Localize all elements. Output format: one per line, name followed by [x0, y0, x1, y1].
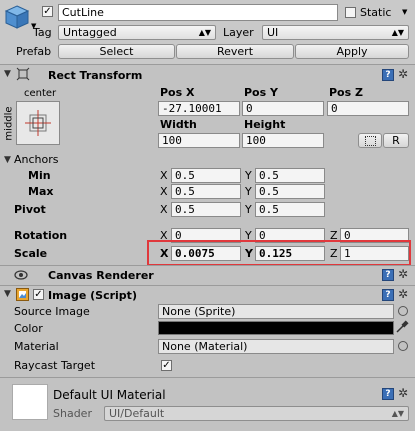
gameobject-cube-icon: [4, 4, 30, 30]
help-book-icon[interactable]: ?: [382, 388, 394, 400]
shader-label: Shader: [53, 407, 92, 420]
image-enabled-checkbox[interactable]: ✓: [33, 289, 44, 300]
rect-transform-title: Rect Transform: [48, 69, 143, 82]
pivot-label: Pivot: [14, 203, 46, 216]
raw-edit-button[interactable]: R: [383, 133, 409, 148]
axis-y-label: Y: [245, 185, 252, 198]
canvas-renderer-header[interactable]: Canvas Renderer ? ✲: [0, 266, 415, 284]
gameobject-header: ▼ ✓ CutLine Static ▼ Tag Untagged ▲▼ Laye…: [0, 0, 415, 64]
material-preview: [12, 384, 48, 420]
tag-dropdown-arrow-icon: ▲▼: [198, 28, 211, 37]
anchor-max-label: Max: [28, 185, 54, 198]
anchor-preset-side-label: middle: [3, 106, 15, 141]
static-dropdown-arrow-icon[interactable]: ▼: [402, 8, 407, 16]
anchor-min-label: Min: [28, 169, 51, 182]
pivot-x-field[interactable]: 0.5: [171, 202, 241, 217]
scale-label: Scale: [14, 247, 48, 260]
anchor-min-y-field[interactable]: 0.5: [255, 168, 325, 183]
fold-arrow-icon[interactable]: ▼: [4, 289, 11, 299]
image-script-title: Image (Script): [48, 289, 137, 302]
rect-transform-icon: [16, 67, 30, 81]
tag-label: Tag: [33, 26, 52, 39]
scale-highlight-box: [147, 240, 411, 266]
pivot-y-field[interactable]: 0.5: [255, 202, 325, 217]
canvas-renderer-title: Canvas Renderer: [48, 269, 154, 282]
pos-y-header: Pos Y: [244, 86, 278, 99]
object-picker-icon[interactable]: [398, 341, 408, 351]
divider: [0, 64, 415, 65]
anchor-min-x-field[interactable]: 0.5: [171, 168, 241, 183]
pos-y-field[interactable]: 0: [242, 101, 324, 116]
height-header: Height: [244, 118, 286, 131]
width-field[interactable]: 100: [158, 133, 240, 148]
anchor-max-x-field[interactable]: 0.5: [171, 184, 241, 199]
shader-dropdown-arrow-icon: ▲▼: [391, 409, 404, 418]
raycast-target-label: Raycast Target: [14, 359, 96, 372]
image-component-icon: [16, 288, 29, 301]
static-label: Static: [360, 6, 392, 19]
static-checkbox[interactable]: [345, 7, 356, 18]
color-picker-icon[interactable]: [395, 320, 409, 337]
object-picker-icon[interactable]: [398, 306, 408, 316]
color-label: Color: [14, 322, 43, 335]
material-label: Material: [14, 340, 59, 353]
axis-y-label: Y: [245, 169, 252, 182]
source-image-field[interactable]: None (Sprite): [158, 304, 394, 319]
pos-x-field[interactable]: -27.10001: [158, 101, 240, 116]
eye-icon: [14, 269, 28, 284]
blueprint-icon: [364, 136, 376, 146]
help-book-icon[interactable]: ?: [382, 269, 394, 281]
blueprint-mode-button[interactable]: [358, 133, 382, 148]
rotation-label: Rotation: [14, 229, 68, 242]
prefab-apply-button[interactable]: Apply: [295, 44, 409, 59]
anchor-max-y-field[interactable]: 0.5: [255, 184, 325, 199]
axis-x-label: X: [160, 169, 168, 182]
color-field[interactable]: [158, 321, 394, 335]
raycast-target-checkbox[interactable]: ✓: [161, 360, 172, 371]
active-checkbox[interactable]: ✓: [42, 6, 53, 17]
layer-dropdown[interactable]: UI ▲▼: [262, 25, 409, 40]
anchor-preset-top-label: center: [24, 88, 57, 99]
axis-y-label: Y: [245, 203, 252, 216]
axis-x-label: X: [160, 185, 168, 198]
anchor-preset-button[interactable]: [16, 101, 60, 145]
gear-icon[interactable]: ✲: [398, 67, 408, 81]
prefab-label: Prefab: [16, 45, 52, 58]
pos-x-header: Pos X: [160, 86, 195, 99]
source-image-label: Source Image: [14, 305, 90, 318]
help-book-icon[interactable]: ?: [382, 69, 394, 81]
image-script-header[interactable]: ▼ ✓ Image (Script) ? ✲: [0, 286, 415, 304]
shader-dropdown[interactable]: UI/Default ▲▼: [104, 406, 409, 421]
divider: [0, 377, 415, 378]
layer-value: UI: [267, 26, 279, 39]
layer-label: Layer: [223, 26, 254, 39]
prefab-revert-button[interactable]: Revert: [176, 44, 294, 59]
height-field[interactable]: 100: [242, 133, 324, 148]
shader-value: UI/Default: [109, 407, 165, 420]
pos-z-field[interactable]: 0: [327, 101, 409, 116]
gear-icon[interactable]: ✲: [398, 287, 408, 301]
gear-icon[interactable]: ✲: [398, 267, 408, 281]
tag-value: Untagged: [63, 26, 117, 39]
width-header: Width: [160, 118, 197, 131]
rect-transform-header[interactable]: ▼ Rect Transform ? ✲: [0, 66, 415, 84]
material-field[interactable]: None (Material): [158, 339, 394, 354]
material-title: Default UI Material: [53, 388, 166, 402]
tag-dropdown[interactable]: Untagged ▲▼: [58, 25, 216, 40]
layer-dropdown-arrow-icon: ▲▼: [391, 28, 404, 37]
pos-z-header: Pos Z: [329, 86, 363, 99]
axis-x-label: X: [160, 203, 168, 216]
help-book-icon[interactable]: ?: [382, 289, 394, 301]
prefab-select-button[interactable]: Select: [58, 44, 175, 59]
gear-icon[interactable]: ✲: [398, 386, 408, 400]
anchors-fold-arrow-icon[interactable]: ▼: [4, 155, 11, 165]
name-field[interactable]: CutLine: [58, 4, 338, 21]
fold-arrow-icon[interactable]: ▼: [4, 69, 11, 79]
anchor-preset-icon: [25, 110, 51, 136]
anchors-label: Anchors: [14, 153, 59, 166]
